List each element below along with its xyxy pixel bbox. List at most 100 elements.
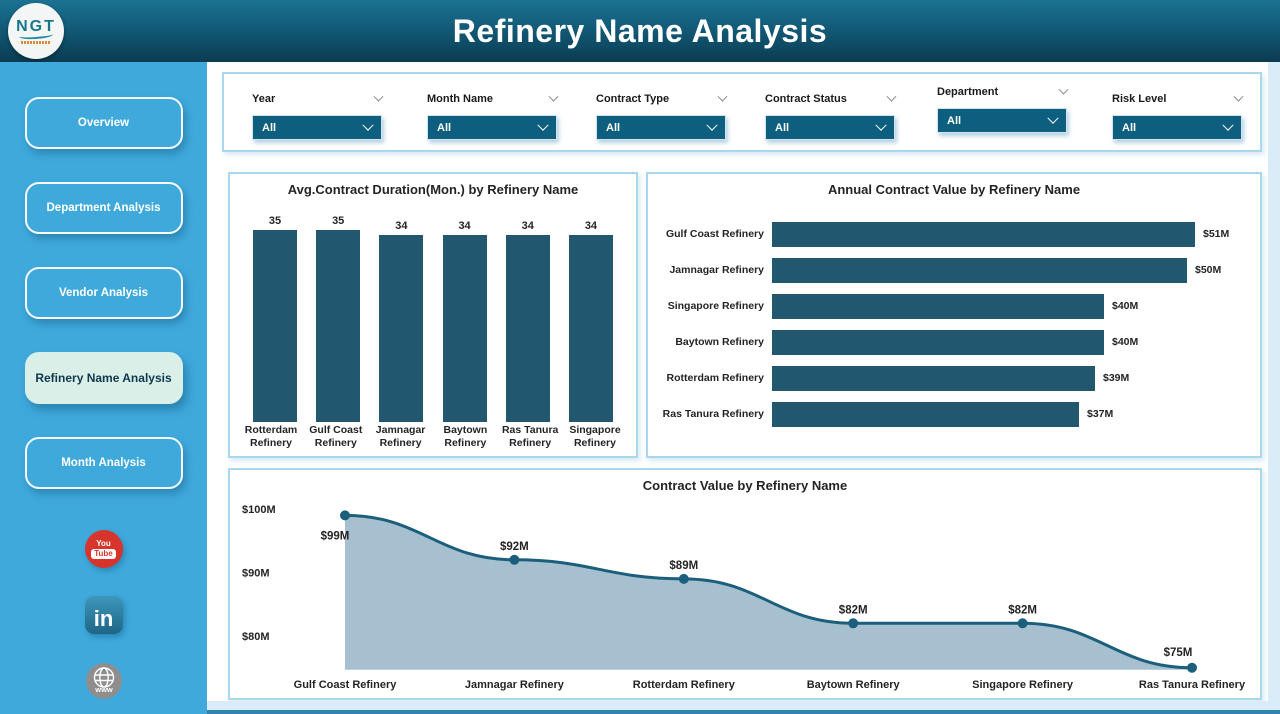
linkedin-icon[interactable]: in [85,596,123,634]
category-label: Gulf Coast Refinery [660,228,772,240]
data-point[interactable] [1187,663,1197,673]
slicer-risk-level: Risk Level All [1112,90,1242,140]
bar[interactable] [772,258,1187,283]
data-label: 34 [458,220,470,232]
data-label: $37M [1087,408,1113,420]
sidebar-item-vendor-analysis[interactable]: Vendor Analysis [25,267,183,319]
dashboard: NGT Refinery Name Analysis Overview Depar… [0,0,1280,714]
globe-icon[interactable]: www [85,662,123,705]
bar[interactable] [506,235,550,422]
logo-tagline [21,41,51,44]
sidebar-item-month-analysis[interactable]: Month Analysis [25,437,183,489]
chevron-down-icon [362,119,373,130]
bar-track: $37M [772,402,1250,427]
category-label: Singapore Refinery [660,300,772,312]
column-bar-group: 34 [372,220,430,422]
slicer-header[interactable]: Department [937,83,1067,101]
data-label: $75M [1164,647,1193,659]
slicer-value: All [606,122,620,134]
youtube-label-bottom: Tube [91,549,116,559]
sidebar-item-department-analysis[interactable]: Department Analysis [25,182,183,234]
category-label: Baytown Refinery [660,336,772,348]
column-bar-group: 35 [246,215,304,422]
slicer-label: Month Name [427,93,493,105]
category-label: Gulf Coast Refinery [305,424,367,449]
table-row: Singapore Refinery $40M [660,288,1250,324]
area-fill [345,515,1192,669]
y-axis-tick: $90M [242,568,270,580]
data-label: $82M [1008,604,1037,616]
bar-track: $40M [772,294,1250,319]
chevron-down-icon [1234,91,1244,101]
slicer-header[interactable]: Year [252,90,382,108]
area-chart-svg: $100M$90M$80M$99MGulf Coast Refinery$92M… [230,488,1260,700]
y-axis-tick: $80M [242,631,270,643]
column-bar-group: 34 [436,220,494,422]
slicer-value: All [437,122,451,134]
annual-value-chart-card: Annual Contract Value by Refinery Name G… [646,172,1262,458]
data-point[interactable] [848,618,858,628]
bar-track: $39M [772,366,1250,391]
sidebar-item-overview[interactable]: Overview [25,97,183,149]
slicer-contract-status: Contract Status All [765,90,895,140]
category-label: Singapore Refinery [564,424,626,449]
slicer-header[interactable]: Month Name [427,90,557,108]
category-label: Jamnagar Refinery [660,264,772,276]
chart-title: Avg.Contract Duration(Mon.) by Refinery … [230,182,636,197]
slicer-dropdown[interactable]: All [252,115,382,140]
bar[interactable] [379,235,423,422]
sidebar-nav: Overview Department Analysis Vendor Analys… [25,97,183,522]
category-label: Rotterdam Refinery [240,424,302,449]
data-label: 34 [522,220,534,232]
sidebar-item-label: Refinery Name Analysis [29,371,177,385]
bar[interactable] [772,330,1104,355]
slicer-label: Risk Level [1112,93,1166,105]
bar[interactable] [569,235,613,422]
slicer-dropdown[interactable]: All [937,108,1067,133]
bar[interactable] [772,222,1195,247]
sidebar-item-label: Month Analysis [55,457,152,469]
bar[interactable] [772,366,1095,391]
social-links: You Tube in www [85,530,123,705]
bar[interactable] [772,294,1104,319]
data-label: $99M [321,530,350,542]
category-label: Rotterdam Refinery [660,372,772,384]
bar[interactable] [772,402,1079,427]
slicer-label: Contract Type [596,93,669,105]
bar[interactable] [253,230,297,422]
linkedin-label: in [94,608,114,630]
header-banner: NGT Refinery Name Analysis [0,0,1280,62]
slicer-dropdown[interactable]: All [1112,115,1242,140]
data-point[interactable] [340,510,350,520]
category-label: Ras Tanura Refinery [499,424,561,449]
category-label: Baytown Refinery [807,679,901,691]
table-row: Baytown Refinery$40M [660,324,1250,360]
y-axis-tick: $100M [242,504,276,516]
youtube-icon[interactable]: You Tube [85,530,123,568]
slicer-dropdown[interactable]: All [765,115,895,140]
data-point[interactable] [679,574,689,584]
slicer-dropdown[interactable]: All [427,115,557,140]
bar[interactable] [316,230,360,422]
chart-title: Annual Contract Value by Refinery Name [648,182,1260,197]
data-label: $40M [1112,300,1138,312]
slicer-header[interactable]: Risk Level [1112,90,1242,108]
data-label: 35 [269,215,281,227]
data-point[interactable] [1018,618,1028,628]
data-label: $82M [839,604,868,616]
sidebar-item-label: Overview [72,117,135,129]
bar[interactable] [443,235,487,422]
slicer-dropdown[interactable]: All [596,115,726,140]
category-label: Jamnagar Refinery [465,679,565,691]
slicer-header[interactable]: Contract Type [596,90,726,108]
category-label: Jamnagar Refinery [370,424,432,449]
sidebar-item-label: Vendor Analysis [53,287,154,299]
slicer-month-name: Month Name All [427,90,557,140]
bar-track: $51M [772,222,1250,247]
slicer-header[interactable]: Contract Status [765,90,895,108]
sidebar-item-refinery-name-analysis[interactable]: Refinery Name Analysis [25,352,183,404]
category-label: Gulf Coast Refinery [294,679,398,691]
data-point[interactable] [509,555,519,565]
slicer-label: Department [937,86,998,98]
data-label: $39M [1103,372,1129,384]
